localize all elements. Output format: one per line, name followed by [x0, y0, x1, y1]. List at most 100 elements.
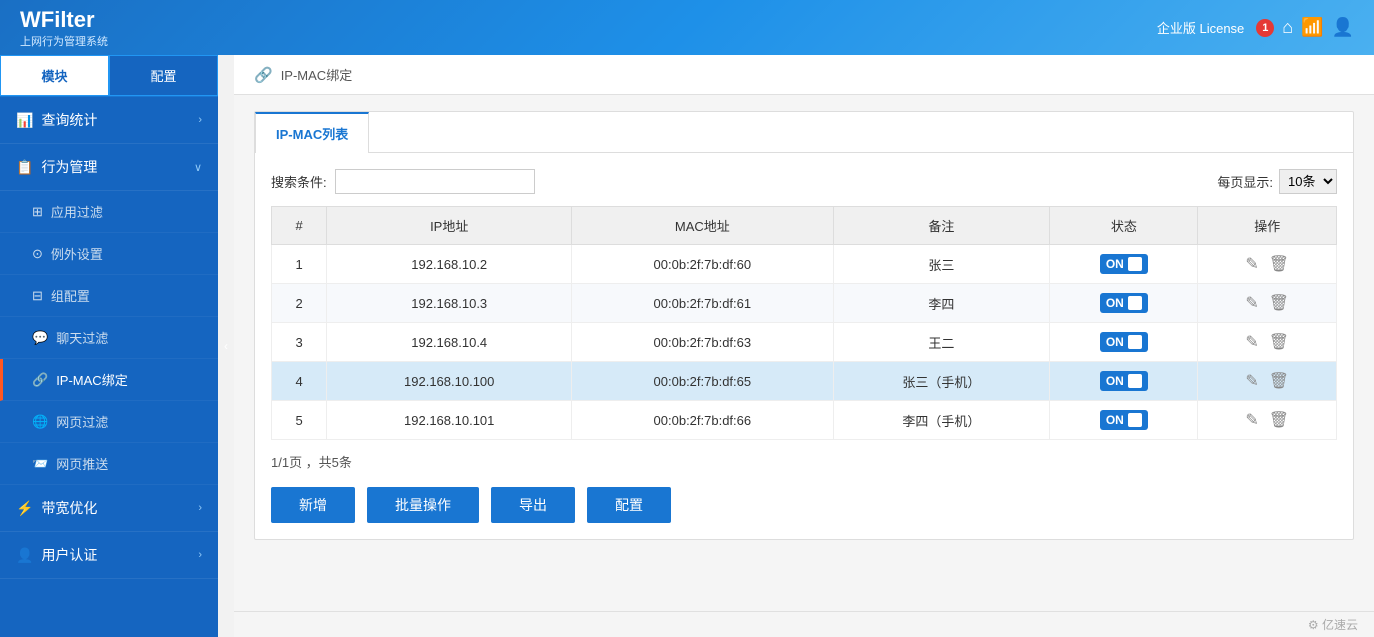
- sidebar-tab-module[interactable]: 模块: [0, 55, 109, 96]
- cell-ip: 192.168.10.3: [327, 284, 572, 323]
- sidebar: 模块 配置 📊 查询统计 › 📋 行为管理 ∨ ⊞ 应用过滤 ⊙ 例外设置: [0, 55, 218, 637]
- sidebar-label-app-filter: 应用过滤: [51, 202, 103, 221]
- cell-index: 5: [272, 401, 327, 440]
- card-tabs: IP-MAC列表: [255, 112, 1353, 153]
- search-left: 搜索条件:: [271, 169, 535, 194]
- status-toggle[interactable]: ON: [1100, 410, 1148, 430]
- cell-note: 张三（手机）: [833, 362, 1050, 401]
- sidebar-item-query-stats[interactable]: 📊 查询统计 ›: [0, 97, 218, 144]
- tab-ip-mac-list[interactable]: IP-MAC列表: [255, 112, 369, 153]
- home-icon[interactable]: ⌂: [1282, 17, 1293, 38]
- sidebar-item-ip-mac[interactable]: 🔗 IP-MAC绑定: [0, 359, 218, 401]
- sidebar-item-behavior-mgmt[interactable]: 📋 行为管理 ∨: [0, 144, 218, 191]
- status-toggle[interactable]: ON: [1100, 332, 1148, 352]
- add-button[interactable]: 新增: [271, 487, 355, 523]
- sidebar-label-bandwidth: 带宽优化: [41, 498, 97, 518]
- behavior-mgmt-arrow: ∨: [194, 161, 202, 174]
- search-input[interactable]: [335, 169, 535, 194]
- sidebar-label-web-filter: 网页过滤: [56, 412, 108, 431]
- toggle-on-label: ON: [1106, 413, 1124, 427]
- button-row: 新增 批量操作 导出 配置: [271, 487, 1337, 523]
- status-toggle[interactable]: ON: [1100, 254, 1148, 274]
- sidebar-item-user-auth[interactable]: 👤 用户认证 ›: [0, 532, 218, 579]
- table-row: 2 192.168.10.3 00:0b:2f:7b:df:61 李四 ON ✎…: [272, 284, 1337, 323]
- sidebar-label-chat-filter: 聊天过滤: [56, 328, 108, 347]
- action-icons: ✎ 🗑: [1206, 254, 1328, 274]
- edit-icon[interactable]: ✎: [1245, 254, 1258, 274]
- cell-mac: 00:0b:2f:7b:df:61: [572, 284, 833, 323]
- sidebar-label-query-stats: 查询统计: [41, 110, 97, 130]
- cell-action: ✎ 🗑: [1198, 284, 1337, 323]
- sidebar-item-web-push[interactable]: 📨 网页推送: [0, 443, 218, 485]
- delete-icon[interactable]: 🗑: [1269, 410, 1289, 430]
- sidebar-item-app-filter[interactable]: ⊞ 应用过滤: [0, 191, 218, 233]
- cell-mac: 00:0b:2f:7b:df:66: [572, 401, 833, 440]
- ip-mac-icon: 🔗: [32, 372, 48, 388]
- cell-index: 4: [272, 362, 327, 401]
- bandwidth-icon: ⚡: [16, 500, 33, 517]
- delete-icon[interactable]: 🗑: [1269, 332, 1289, 352]
- toggle-knob: [1128, 257, 1142, 271]
- col-action: 操作: [1198, 207, 1337, 245]
- cell-ip: 192.168.10.100: [327, 362, 572, 401]
- app-header: WFilter 上网行为管理系统 企业版 License 1 ⌂ 📶 👤: [0, 0, 1374, 55]
- breadcrumb-text: IP-MAC绑定: [281, 65, 353, 84]
- toggle-on-label: ON: [1106, 296, 1124, 310]
- sidebar-item-web-filter[interactable]: 🌐 网页过滤: [0, 401, 218, 443]
- search-label: 搜索条件:: [271, 172, 327, 191]
- edit-icon[interactable]: ✎: [1245, 332, 1258, 352]
- delete-icon[interactable]: 🗑: [1269, 254, 1289, 274]
- cell-index: 3: [272, 323, 327, 362]
- sidebar-item-chat-filter[interactable]: 💬 聊天过滤: [0, 317, 218, 359]
- cell-note: 李四（手机）: [833, 401, 1050, 440]
- sidebar-label-exception: 例外设置: [51, 244, 103, 263]
- bandwidth-arrow: ›: [198, 502, 202, 514]
- sidebar-item-exception[interactable]: ⊙ 例外设置: [0, 233, 218, 275]
- edit-icon[interactable]: ✎: [1245, 371, 1258, 391]
- sidebar-label-user-auth: 用户认证: [41, 545, 97, 565]
- edit-icon[interactable]: ✎: [1245, 410, 1258, 430]
- main-layout: 模块 配置 📊 查询统计 › 📋 行为管理 ∨ ⊞ 应用过滤 ⊙ 例外设置: [0, 55, 1374, 637]
- header-right: 企业版 License 1 ⌂ 📶 👤: [1157, 17, 1354, 38]
- sidebar-label-web-push: 网页推送: [56, 454, 108, 473]
- delete-icon[interactable]: 🗑: [1269, 371, 1289, 391]
- delete-icon[interactable]: 🗑: [1269, 293, 1289, 313]
- sidebar-tab-config[interactable]: 配置: [109, 55, 218, 96]
- toggle-on-label: ON: [1106, 335, 1124, 349]
- query-stats-icon: 📊: [16, 112, 33, 129]
- batch-button[interactable]: 批量操作: [367, 487, 479, 523]
- table-row: 4 192.168.10.100 00:0b:2f:7b:df:65 张三（手机…: [272, 362, 1337, 401]
- notification-badge[interactable]: 1: [1256, 19, 1274, 37]
- table-body: 1 192.168.10.2 00:0b:2f:7b:df:60 张三 ON ✎…: [272, 245, 1337, 440]
- sidebar-item-bandwidth[interactable]: ⚡ 带宽优化 ›: [0, 485, 218, 532]
- export-button[interactable]: 导出: [491, 487, 575, 523]
- cell-status: ON: [1050, 323, 1198, 362]
- action-icons: ✎ 🗑: [1206, 410, 1328, 430]
- header-icons: 1 ⌂ 📶 👤: [1256, 17, 1354, 38]
- wifi-icon[interactable]: 📶: [1301, 17, 1323, 38]
- sidebar-collapse-handle[interactable]: ‹: [218, 55, 234, 637]
- cell-status: ON: [1050, 401, 1198, 440]
- cell-status: ON: [1050, 245, 1198, 284]
- web-filter-icon: 🌐: [32, 414, 48, 430]
- per-page-select[interactable]: 10条 20条 50条: [1279, 169, 1337, 194]
- status-toggle[interactable]: ON: [1100, 371, 1148, 391]
- sidebar-item-group-config[interactable]: ⊟ 组配置: [0, 275, 218, 317]
- col-mac: MAC地址: [572, 207, 833, 245]
- config-button[interactable]: 配置: [587, 487, 671, 523]
- cell-index: 1: [272, 245, 327, 284]
- cell-note: 张三: [833, 245, 1050, 284]
- edit-icon[interactable]: ✎: [1245, 293, 1258, 313]
- user-icon[interactable]: 👤: [1332, 17, 1354, 38]
- footer-text: ⚙ 亿速云: [1308, 618, 1358, 632]
- cell-mac: 00:0b:2f:7b:df:63: [572, 323, 833, 362]
- col-ip: IP地址: [327, 207, 572, 245]
- status-toggle[interactable]: ON: [1100, 293, 1148, 313]
- cell-ip: 192.168.10.101: [327, 401, 572, 440]
- sidebar-label-ip-mac: IP-MAC绑定: [56, 370, 128, 389]
- action-icons: ✎ 🗑: [1206, 371, 1328, 391]
- cell-ip: 192.168.10.2: [327, 245, 572, 284]
- table-footer: 1/1页 ，共5条: [271, 452, 1337, 471]
- table-row: 1 192.168.10.2 00:0b:2f:7b:df:60 张三 ON ✎…: [272, 245, 1337, 284]
- group-config-icon: ⊟: [32, 288, 43, 304]
